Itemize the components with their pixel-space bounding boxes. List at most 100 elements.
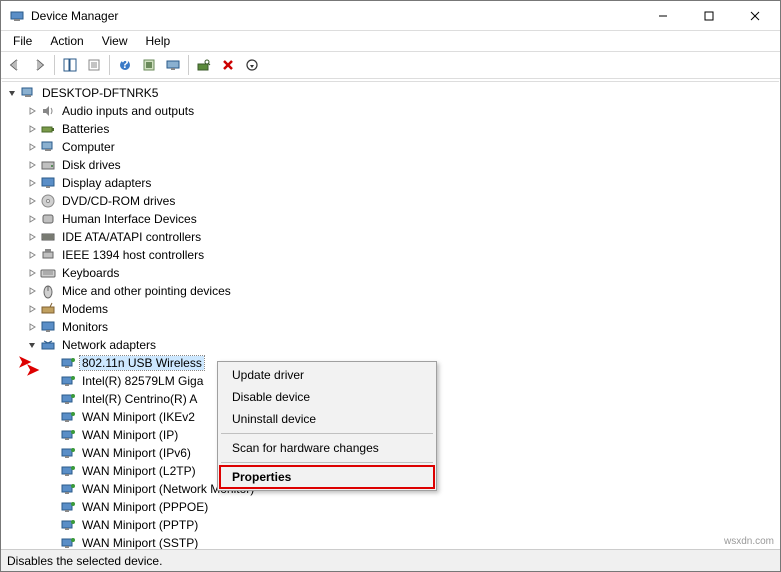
back-button[interactable] bbox=[3, 53, 27, 77]
expand-toggle[interactable] bbox=[26, 339, 38, 351]
expand-toggle[interactable] bbox=[26, 177, 38, 189]
expand-toggle[interactable] bbox=[26, 213, 38, 225]
disk-icon bbox=[40, 157, 56, 173]
device-label: WAN Miniport (PPTP) bbox=[80, 518, 200, 532]
tree-category[interactable]: IEEE 1394 host controllers bbox=[2, 246, 779, 264]
tree-root[interactable]: DESKTOP-DFTNRK5 bbox=[2, 84, 779, 102]
network-device-icon bbox=[60, 409, 76, 425]
statusbar: Disables the selected device. bbox=[1, 549, 780, 571]
expand-toggle[interactable] bbox=[26, 285, 38, 297]
tree-category[interactable]: Human Interface Devices bbox=[2, 210, 779, 228]
keyboard-icon bbox=[40, 265, 56, 281]
network-device-icon bbox=[60, 463, 76, 479]
uninstall-button[interactable] bbox=[216, 53, 240, 77]
menu-view[interactable]: View bbox=[94, 32, 136, 50]
tree-category[interactable]: Modems bbox=[2, 300, 779, 318]
audio-icon bbox=[40, 103, 56, 119]
toolbar-separator bbox=[109, 55, 110, 75]
network-device-icon bbox=[60, 535, 76, 549]
expand-toggle[interactable] bbox=[26, 303, 38, 315]
toolbar-separator bbox=[54, 55, 55, 75]
menu-file[interactable]: File bbox=[5, 32, 40, 50]
device-label: Intel(R) 82579LM Giga bbox=[80, 374, 205, 388]
category-label: Monitors bbox=[60, 320, 110, 334]
category-label: Modems bbox=[60, 302, 110, 316]
category-label: IEEE 1394 host controllers bbox=[60, 248, 206, 262]
status-text: Disables the selected device. bbox=[7, 554, 162, 568]
category-label: Audio inputs and outputs bbox=[60, 104, 196, 118]
context-menu-item[interactable]: Uninstall device bbox=[220, 408, 434, 430]
tree-device[interactable]: WAN Miniport (PPPOE) bbox=[2, 498, 779, 516]
expand-toggle[interactable] bbox=[26, 105, 38, 117]
expand-toggle[interactable] bbox=[26, 267, 38, 279]
tree-category[interactable]: Disk drives bbox=[2, 156, 779, 174]
toolbar-separator bbox=[188, 55, 189, 75]
enable-button[interactable] bbox=[240, 53, 264, 77]
action-button[interactable] bbox=[137, 53, 161, 77]
tree-category[interactable]: Computer bbox=[2, 138, 779, 156]
network-device-icon bbox=[60, 481, 76, 497]
context-menu-item[interactable]: Disable device bbox=[220, 386, 434, 408]
tree-category[interactable]: IDE ATA/ATAPI controllers bbox=[2, 228, 779, 246]
expand-toggle[interactable] bbox=[26, 321, 38, 333]
tree-category[interactable]: Mice and other pointing devices bbox=[2, 282, 779, 300]
context-menu-item[interactable]: Properties bbox=[220, 466, 434, 488]
display-icon bbox=[40, 175, 56, 191]
category-label: Network adapters bbox=[60, 338, 158, 352]
tree-category[interactable]: Monitors bbox=[2, 318, 779, 336]
forward-button[interactable] bbox=[27, 53, 51, 77]
context-menu-separator bbox=[221, 433, 433, 434]
maximize-button[interactable] bbox=[686, 1, 732, 31]
network-device-icon bbox=[60, 373, 76, 389]
device-label: Intel(R) Centrino(R) A bbox=[80, 392, 199, 406]
device-label: 802.11n USB Wireless bbox=[80, 356, 204, 370]
tree-category[interactable]: Batteries bbox=[2, 120, 779, 138]
close-button[interactable] bbox=[732, 1, 778, 31]
category-label: Disk drives bbox=[60, 158, 123, 172]
context-menu: Update driverDisable deviceUninstall dev… bbox=[217, 361, 437, 491]
expand-toggle[interactable] bbox=[26, 195, 38, 207]
category-label: Mice and other pointing devices bbox=[60, 284, 233, 298]
network-device-icon bbox=[60, 355, 76, 371]
category-label: Human Interface Devices bbox=[60, 212, 199, 226]
expand-toggle[interactable] bbox=[26, 249, 38, 261]
modem-icon bbox=[40, 301, 56, 317]
root-label: DESKTOP-DFTNRK5 bbox=[40, 86, 160, 100]
tree-category[interactable]: DVD/CD-ROM drives bbox=[2, 192, 779, 210]
svg-text:?: ? bbox=[121, 58, 128, 71]
tree-device[interactable]: WAN Miniport (SSTP) bbox=[2, 534, 779, 549]
tree-device[interactable]: WAN Miniport (PPTP) bbox=[2, 516, 779, 534]
mouse-icon bbox=[40, 283, 56, 299]
expand-toggle[interactable] bbox=[26, 159, 38, 171]
menu-action[interactable]: Action bbox=[42, 32, 91, 50]
expand-toggle[interactable] bbox=[6, 87, 18, 99]
scan-hardware-button[interactable] bbox=[192, 53, 216, 77]
minimize-button[interactable] bbox=[640, 1, 686, 31]
ieee-icon bbox=[40, 247, 56, 263]
show-hide-tree-button[interactable] bbox=[58, 53, 82, 77]
tree-category[interactable]: Audio inputs and outputs bbox=[2, 102, 779, 120]
device-label: WAN Miniport (PPPOE) bbox=[80, 500, 210, 514]
category-label: IDE ATA/ATAPI controllers bbox=[60, 230, 203, 244]
monitor-icon bbox=[40, 319, 56, 335]
context-menu-item[interactable]: Update driver bbox=[220, 364, 434, 386]
tree-category[interactable]: Display adapters bbox=[2, 174, 779, 192]
context-menu-item[interactable]: Scan for hardware changes bbox=[220, 437, 434, 459]
expand-toggle[interactable] bbox=[26, 123, 38, 135]
category-label: Computer bbox=[60, 140, 117, 154]
device-label: WAN Miniport (SSTP) bbox=[80, 536, 200, 549]
net-icon bbox=[40, 337, 56, 353]
display-button[interactable] bbox=[161, 53, 185, 77]
device-label: WAN Miniport (IPv6) bbox=[80, 446, 193, 460]
tree-category[interactable]: Keyboards bbox=[2, 264, 779, 282]
menubar: File Action View Help bbox=[1, 31, 780, 51]
window-title: Device Manager bbox=[31, 9, 640, 23]
app-icon bbox=[9, 8, 25, 24]
category-label: Batteries bbox=[60, 122, 111, 136]
tree-category[interactable]: Network adapters bbox=[2, 336, 779, 354]
help-button[interactable]: ? bbox=[113, 53, 137, 77]
properties-button[interactable] bbox=[82, 53, 106, 77]
expand-toggle[interactable] bbox=[26, 231, 38, 243]
menu-help[interactable]: Help bbox=[138, 32, 179, 50]
expand-toggle[interactable] bbox=[26, 141, 38, 153]
